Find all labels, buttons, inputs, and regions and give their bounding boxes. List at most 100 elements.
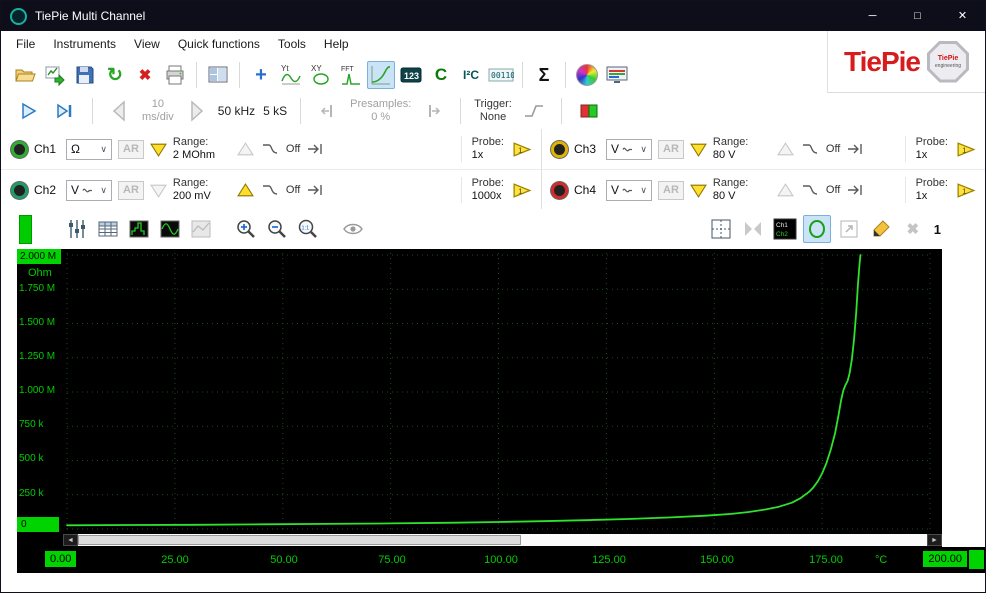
ch3-range-up-button[interactable] <box>777 142 794 157</box>
maximize-button[interactable]: □ <box>895 1 940 31</box>
display-settings-button[interactable] <box>603 61 631 89</box>
add-yt-graph-button[interactable]: Yt <box>277 61 305 89</box>
print-button[interactable] <box>161 61 189 89</box>
waveform-view-button[interactable] <box>156 215 184 243</box>
ch3-range-down-button[interactable] <box>690 142 707 157</box>
color-settings-button[interactable] <box>573 61 601 89</box>
line-graph-button[interactable] <box>367 61 395 89</box>
save-button[interactable] <box>71 61 99 89</box>
ch1-range-up-button[interactable] <box>237 142 254 157</box>
circle-tool-button[interactable] <box>803 215 831 243</box>
ch1-range-down-button[interactable] <box>150 142 167 157</box>
ch3-measure-mode-select[interactable]: V ∨ <box>606 139 652 160</box>
plot-area[interactable] <box>63 249 942 533</box>
ch3-trigger-route-icon[interactable] <box>846 141 866 157</box>
x-scrollbar: ◄ ► <box>17 533 942 547</box>
menu-file[interactable]: File <box>7 33 44 55</box>
menu-instruments[interactable]: Instruments <box>44 33 125 55</box>
visibility-button[interactable] <box>339 215 367 243</box>
ch2-led-icon[interactable] <box>11 182 28 199</box>
ch2-autorange-button[interactable]: AR <box>118 181 144 200</box>
ch2-filter-icon[interactable] <box>260 182 280 198</box>
minimize-button[interactable]: ─ <box>850 1 895 31</box>
disabled-view-button[interactable] <box>187 215 215 243</box>
delete-button[interactable]: ✖ <box>131 61 159 89</box>
presamples-increase-button[interactable] <box>419 97 447 125</box>
close-button[interactable]: ✕ <box>940 1 985 31</box>
timebase-faster-button[interactable] <box>182 97 210 125</box>
main-toolbar: ↻ ✖ + Yt <box>1 57 827 94</box>
ch1-led-icon[interactable] <box>11 141 28 158</box>
ch2-range-down-button[interactable] <box>150 183 167 198</box>
presamples-decrease-button[interactable] <box>314 97 342 125</box>
ch4-range-down-button[interactable] <box>690 183 707 198</box>
ch4-led-icon[interactable] <box>551 182 568 199</box>
ch2-probe-settings[interactable]: Probe: 1000x 1 <box>461 177 533 203</box>
add-fft-graph-button[interactable]: FFT <box>337 61 365 89</box>
style-brush-button[interactable] <box>867 215 895 243</box>
instrument-status-button[interactable] <box>575 97 603 125</box>
scrollbar-thumb[interactable] <box>78 535 521 545</box>
ch4-probe-settings[interactable]: Probe: 1x 1 <box>905 177 977 203</box>
ch2-range-up-button[interactable] <box>237 183 254 198</box>
zoom-out-button[interactable] <box>263 215 291 243</box>
open-button[interactable] <box>11 61 39 89</box>
toolbar-separator <box>196 62 197 88</box>
zoom-in-button[interactable] <box>232 215 260 243</box>
ch1-probe-settings[interactable]: Probe: 1x 1 <box>461 136 533 162</box>
ch1-measure-mode-select[interactable]: Ω ∨ <box>66 139 112 160</box>
y-axis-zoom-bar[interactable] <box>19 215 32 244</box>
y-axis-max-box[interactable]: 2.000 M <box>17 249 61 264</box>
refresh-button[interactable]: ↻ <box>101 61 129 89</box>
cursors-button[interactable] <box>707 215 735 243</box>
ch4-measure-mode-select[interactable]: V ∨ <box>606 180 652 201</box>
ch2-trigger-route-icon[interactable] <box>306 182 326 198</box>
menu-view[interactable]: View <box>125 33 169 55</box>
ch1-trigger-route-icon[interactable] <box>306 141 326 157</box>
ch3-autorange-button[interactable]: AR <box>658 140 684 159</box>
source-channels-button[interactable]: Ch1 Ch2 <box>771 215 799 243</box>
expand-graph-button[interactable] <box>835 215 863 243</box>
start-button[interactable] <box>15 97 43 125</box>
ch3-led-icon[interactable] <box>551 141 568 158</box>
add-meter-button[interactable]: 123 <box>397 61 425 89</box>
timebase-slower-button[interactable] <box>106 97 134 125</box>
histogram-view-button[interactable] <box>125 215 153 243</box>
graph-number: 1 <box>931 222 941 237</box>
close-graph-button[interactable]: ✖ <box>899 215 927 243</box>
menu-quick-functions[interactable]: Quick functions <box>169 33 269 55</box>
ch1-filter-icon[interactable] <box>260 141 280 157</box>
menu-help[interactable]: Help <box>315 33 358 55</box>
export-data-button[interactable] <box>41 61 69 89</box>
ch4-autorange-button[interactable]: AR <box>658 181 684 200</box>
i2c-button[interactable]: I²C <box>457 61 485 89</box>
panel-layout-button[interactable] <box>204 61 232 89</box>
record-length-value: 5 kS <box>263 104 287 118</box>
trigger-slope-button[interactable] <box>520 97 548 125</box>
add-xy-graph-button[interactable]: XY <box>307 61 335 89</box>
ch1-probe-gain-icon: 1 <box>512 141 533 158</box>
link-graphs-button[interactable] <box>739 215 767 243</box>
counter-button[interactable]: 00110 <box>487 61 515 89</box>
scroll-right-button[interactable]: ► <box>927 534 942 546</box>
ch3-filter-icon[interactable] <box>800 141 820 157</box>
ch2-measure-mode-select[interactable]: V ∨ <box>66 180 112 201</box>
scroll-left-button[interactable]: ◄ <box>63 534 78 546</box>
menu-tools[interactable]: Tools <box>269 33 315 55</box>
add-instrument-button[interactable]: + <box>247 61 275 89</box>
ch4-trigger-route-icon[interactable] <box>846 182 866 198</box>
ch1-autorange-button[interactable]: AR <box>118 140 144 159</box>
x-axis-min-box[interactable]: 0.00 <box>45 551 76 567</box>
ch4-range-up-button[interactable] <box>777 183 794 198</box>
ch3-probe-settings[interactable]: Probe: 1x 1 <box>905 136 977 162</box>
oneshot-button[interactable] <box>51 97 79 125</box>
y-axis-min-box[interactable]: 0 <box>17 517 59 532</box>
ch4-filter-icon[interactable] <box>800 182 820 198</box>
x-axis-max-box[interactable]: 200.00 <box>923 551 967 567</box>
celsius-button[interactable]: C <box>427 61 455 89</box>
scrollbar-track[interactable] <box>78 534 927 546</box>
axis-settings-button[interactable] <box>63 215 91 243</box>
zoom-reset-button[interactable]: 1:1 <box>294 215 322 243</box>
sum-button[interactable]: Σ <box>530 61 558 89</box>
data-table-button[interactable] <box>94 215 122 243</box>
